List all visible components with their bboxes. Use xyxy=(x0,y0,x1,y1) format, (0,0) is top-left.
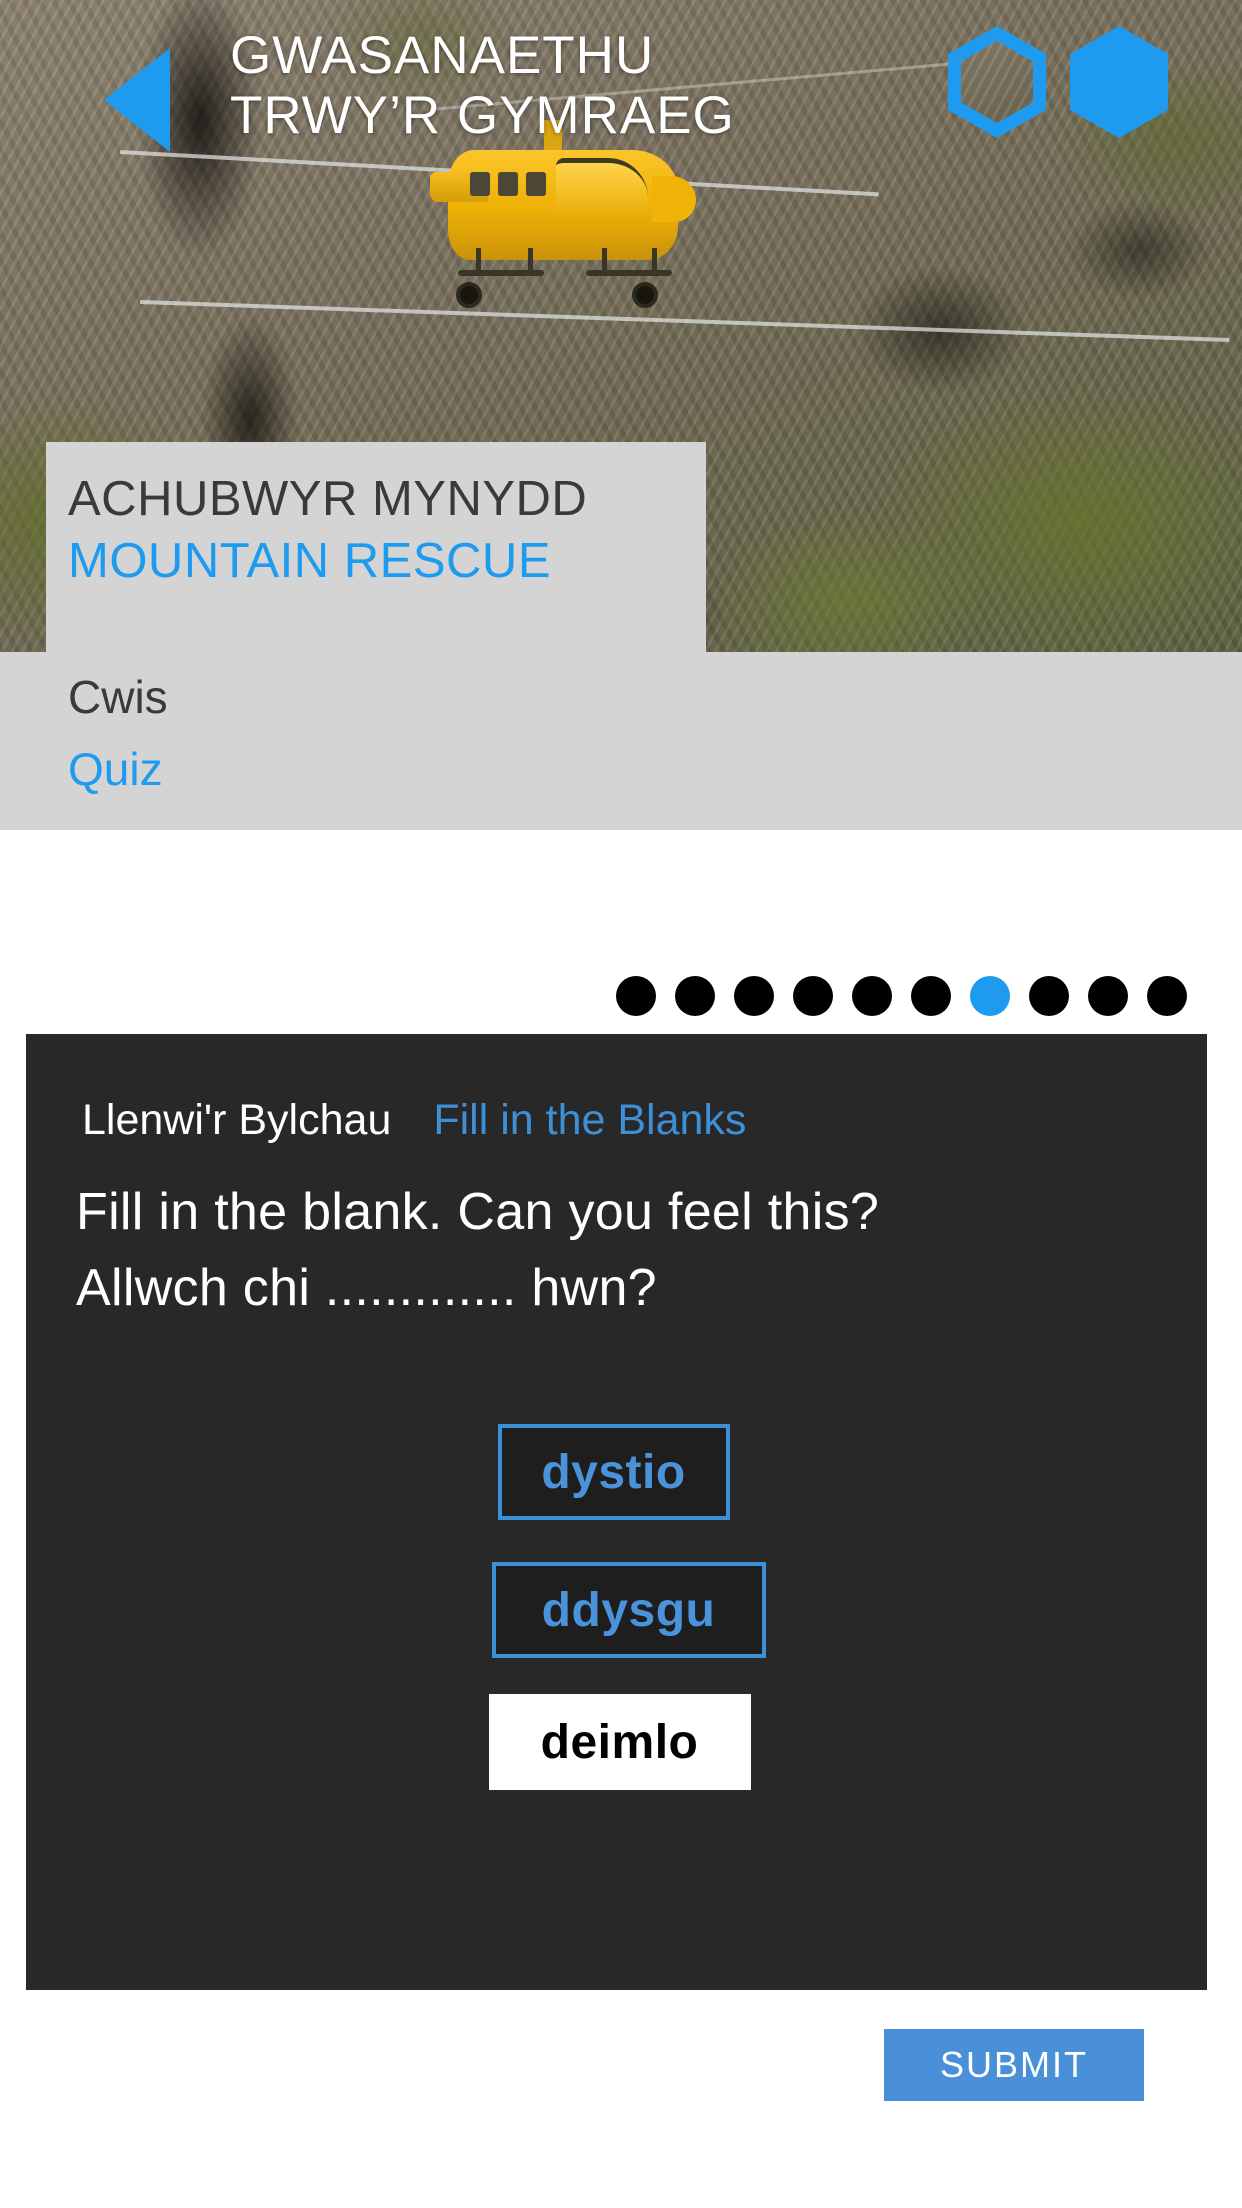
question-text: Fill in the blank. Can you feel this? Al… xyxy=(76,1174,1146,1326)
subtitle-english: Quiz xyxy=(68,743,163,795)
logo xyxy=(948,26,1218,142)
helicopter-icon xyxy=(430,120,706,310)
pagination-dot[interactable] xyxy=(734,976,774,1016)
pagination-dot[interactable] xyxy=(1029,976,1069,1016)
answer-option-1[interactable]: dystio xyxy=(497,1424,730,1520)
subtitle-welsh: Cwis xyxy=(68,671,168,723)
pagination-dot[interactable] xyxy=(1147,976,1187,1016)
quiz-type-welsh: Llenwi'r Bylchau xyxy=(82,1096,392,1144)
question-welsh: Allwch chi ............. hwn? xyxy=(76,1259,657,1317)
page-title-english: MOUNTAIN RESCUE xyxy=(68,534,552,588)
subtitle-band: Cwis Quiz xyxy=(0,652,1242,830)
back-triangle-icon[interactable] xyxy=(104,48,170,152)
quiz-app-screen: GWASANAETHU TRWY’R GYMRAEG ACHUBWYR MYNY… xyxy=(0,0,1242,2208)
page-title-card: ACHUBWYR MYNYDD MOUNTAIN RESCUE xyxy=(46,442,706,652)
quiz-type-english: Fill in the Blanks xyxy=(433,1096,747,1144)
quiz-type-heading: Llenwi'r Bylchau Fill in the Blanks xyxy=(82,1096,746,1144)
hexagon-solid-icon xyxy=(1070,26,1168,138)
hexagon-outline-icon xyxy=(948,26,1046,138)
quiz-panel: Llenwi'r Bylchau Fill in the Blanks Fill … xyxy=(26,1034,1207,1990)
pagination-dot[interactable] xyxy=(675,976,715,1016)
submit-button[interactable]: SUBMIT xyxy=(884,2029,1144,2101)
hero-title-line1: GWASANAETHU xyxy=(230,26,655,85)
answer-options: dystio ddysgu deimlo xyxy=(26,1424,1207,1790)
hero-title: GWASANAETHU TRWY’R GYMRAEG xyxy=(230,26,890,146)
pagination-dot[interactable] xyxy=(1088,976,1128,1016)
answer-option-3-selected[interactable]: deimlo xyxy=(488,1694,751,1790)
question-english: Fill in the blank. Can you feel this? xyxy=(76,1183,880,1241)
hero-title-line2: TRWY’R GYMRAEG xyxy=(230,86,735,145)
pagination-dot[interactable] xyxy=(793,976,833,1016)
page-title-welsh: ACHUBWYR MYNYDD xyxy=(68,472,588,526)
pagination-dots xyxy=(0,976,1207,1016)
pagination-dot[interactable] xyxy=(911,976,951,1016)
pagination-dot-active[interactable] xyxy=(970,976,1010,1016)
pagination-dot[interactable] xyxy=(852,976,892,1016)
answer-option-2[interactable]: ddysgu xyxy=(491,1562,766,1658)
pagination-dot[interactable] xyxy=(616,976,656,1016)
